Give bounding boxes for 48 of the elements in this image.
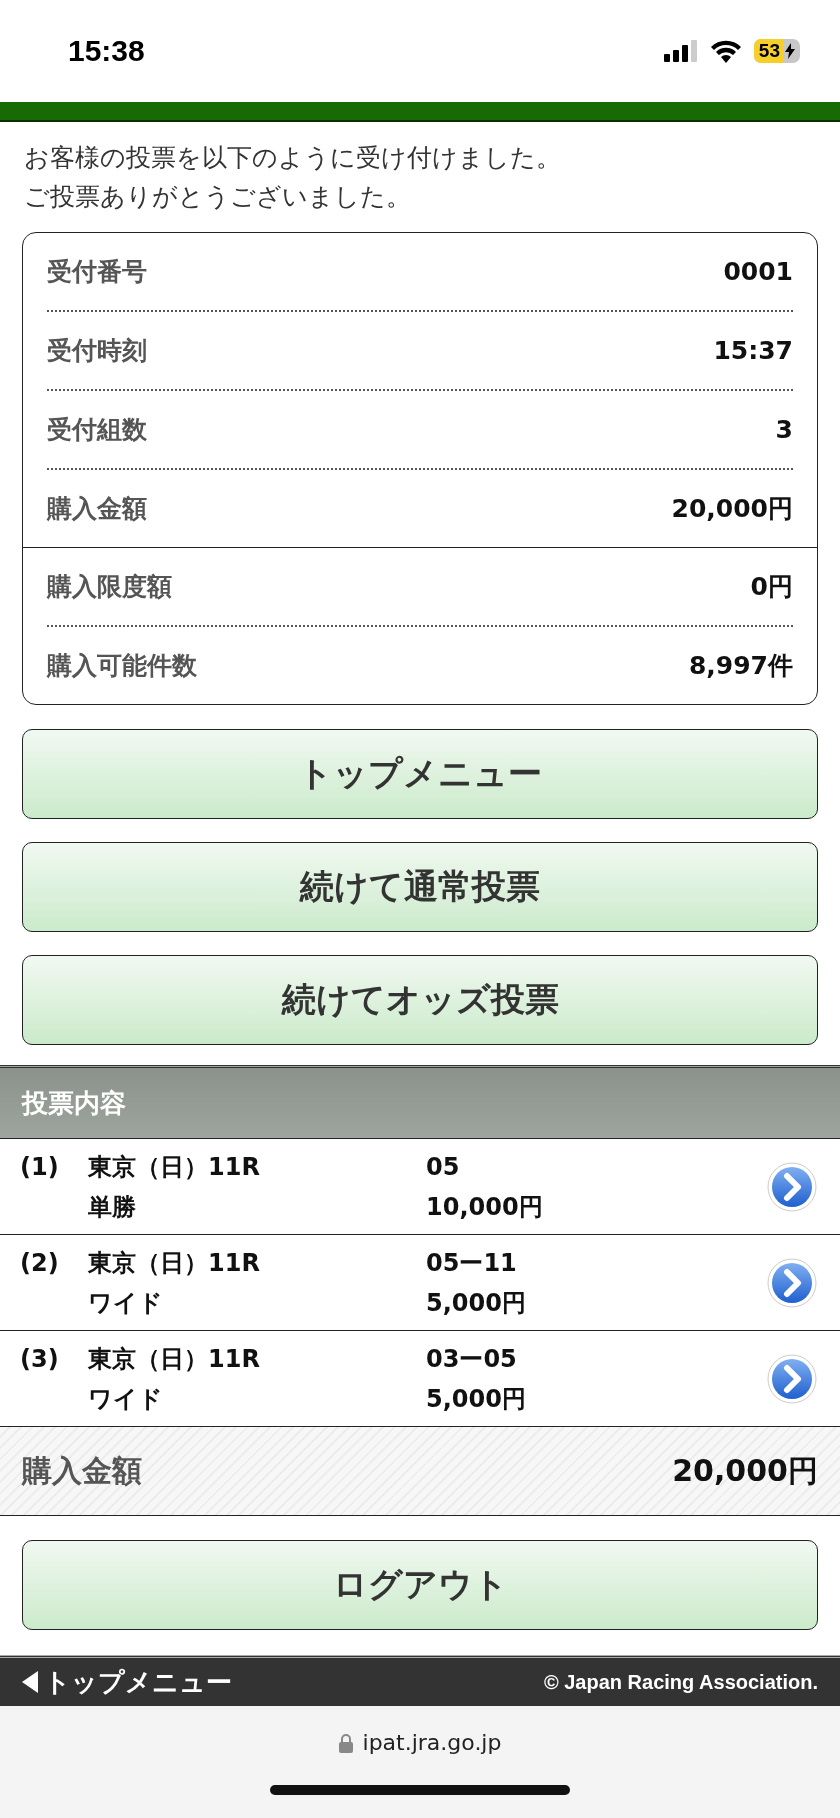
bet-type: ワイド [88,1287,164,1319]
receipt-value: 3 [775,415,793,444]
logout-button[interactable]: ログアウト [22,1540,818,1630]
bet-type: 単勝 [88,1191,137,1223]
bolt-icon [785,43,795,59]
lock-icon [338,1732,353,1753]
menu-button[interactable]: 続けて通常投票 [22,842,818,932]
menu-button[interactable]: 続けてオッズ投票 [22,955,818,1045]
receipt-value: 20,000円 [671,493,793,525]
bet-amount: 5,000円 [426,1383,527,1415]
battery-level: 53 [753,39,783,63]
bet-index: (1) [20,1151,60,1183]
race-name: 東京（日）11R [88,1247,261,1279]
race-name: 東京（日）11R [88,1343,261,1375]
race-name: 東京（日）11R [88,1151,261,1183]
address-bar[interactable]: ipat.jra.go.jp [338,1730,502,1755]
receipt-label: 購入限度額 [47,571,172,603]
receipt-value: 8,997件 [688,650,793,682]
receipt-value: 0円 [750,571,793,603]
receipt-value: 0001 [723,257,793,286]
chevron-right-icon[interactable] [766,1160,818,1213]
bet-index: (3) [20,1343,60,1375]
section-title: 投票内容 [22,1086,126,1120]
clock-time: 15:38 [68,34,145,68]
chevron-right-icon[interactable] [766,1352,818,1405]
receipt-value: 15:37 [713,336,793,365]
receipt-label: 受付時刻 [47,335,147,367]
bet-amount: 10,000円 [426,1191,544,1223]
chevron-right-icon[interactable] [766,1256,818,1309]
receipt-label: 購入可能件数 [47,650,197,682]
wifi-icon [709,39,742,63]
horse-numbers: 05ー11 [426,1247,518,1279]
triangle-left-icon [22,1671,40,1693]
receipt-label: 購入金額 [47,493,147,525]
bet-amount: 5,000円 [426,1287,527,1319]
bet-type: ワイド [88,1383,164,1415]
confirmation-message: お客様の投票を以下のように受け付けました。 ご投票ありがとうございました。 [24,142,562,213]
bet-index: (2) [20,1247,60,1279]
top-menu-link[interactable]: トップメニュー [22,1664,232,1700]
receipt-label: 受付番号 [47,256,147,288]
horse-numbers: 03ー05 [426,1343,518,1375]
signal-icon [663,40,698,62]
total-label: 購入金額 [22,1451,142,1490]
total-value: 20,000円 [672,1451,818,1490]
receipt-label: 受付組数 [47,414,147,446]
copyright-text: © Japan Racing Association. [543,1670,818,1694]
menu-button[interactable]: トップメニュー [22,729,818,819]
horse-numbers: 05 [426,1151,461,1183]
